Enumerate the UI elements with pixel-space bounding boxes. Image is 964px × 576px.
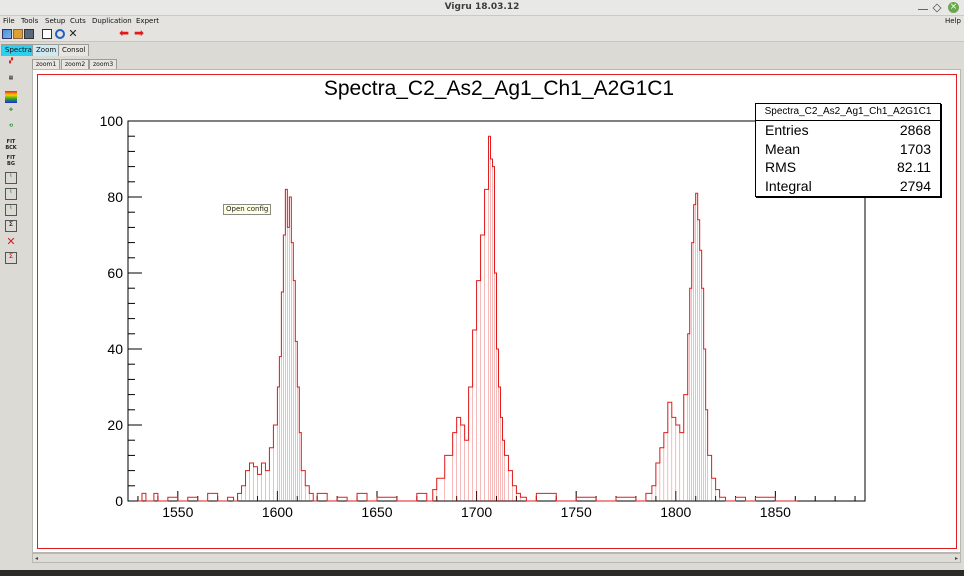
cross-tool-icon[interactable]: ✕ (68, 28, 78, 39)
scroll-left-icon[interactable]: ◂ (35, 555, 38, 562)
scroll-right-icon[interactable]: ▸ (955, 555, 958, 562)
menu-file[interactable]: File (3, 17, 15, 25)
peak-mark-icon[interactable]: ⌇ (5, 204, 17, 216)
stats-box: Spectra_C2_As2_Ag1_Ch1_A2G1C1 Entries 28… (755, 103, 941, 197)
open-folder-icon[interactable] (13, 29, 23, 39)
peak-tool-icon[interactable]: ⌇ (5, 172, 17, 184)
menu-cuts[interactable]: Cuts (70, 17, 86, 25)
stats-title: Spectra_C2_As2_Ag1_Ch1_A2G1C1 (756, 104, 940, 121)
stats-row-entries: Entries 2868 (756, 121, 940, 140)
refresh-tool-icon[interactable]: ⟲ (5, 123, 17, 135)
menu-expert[interactable]: Expert (136, 17, 159, 25)
clear-icon[interactable]: ✕ (5, 236, 17, 248)
tab-consol[interactable]: Consol (58, 44, 90, 56)
stats-row-integral: Integral 2794 (756, 177, 940, 196)
menubar: File Tools Setup Cuts Duplication Expert… (0, 16, 964, 27)
histogram-tool-icon[interactable]: ▞ (5, 58, 17, 70)
stats-label: Integral (765, 177, 812, 194)
subtab-zoom3[interactable]: zoom3 (89, 59, 118, 69)
stats-label: Mean (765, 140, 801, 157)
menu-tools[interactable]: Tools (21, 17, 38, 25)
menu-help[interactable]: Help (945, 17, 961, 25)
stats-row-rms: RMS 82.11 (756, 158, 940, 177)
stats-value: 82.11 (897, 159, 931, 175)
subtab-zoom1[interactable]: zoom1 (32, 59, 61, 69)
integral-icon[interactable]: ∑ (5, 220, 17, 232)
stats-label: Entries (765, 122, 809, 138)
arrow-left-icon[interactable]: ⬅ (119, 27, 129, 39)
stats-row-mean: Mean 1703 (756, 140, 940, 159)
clear-range-icon[interactable]: ∑ (5, 252, 17, 264)
tab-zoom[interactable]: Zoom (32, 44, 61, 56)
tab-spectra[interactable]: Spectra (1, 44, 36, 56)
arrow-right-icon[interactable]: ➡ (134, 27, 144, 39)
fit-bg-icon[interactable]: FIT BG (5, 155, 17, 167)
stats-value: 2794 (899, 177, 931, 194)
menu-setup[interactable]: Setup (45, 17, 65, 25)
window-title: Vigru 18.03.12 (444, 2, 520, 12)
minimize-icon[interactable] (918, 3, 928, 10)
layout-icon[interactable] (42, 29, 52, 39)
window-titlebar: Vigru 18.03.12 × (0, 0, 964, 16)
grid-tool-icon[interactable]: ▦ (5, 75, 17, 87)
move-tool-icon[interactable]: ✥ (5, 107, 17, 119)
tooltip: Open config (223, 204, 272, 215)
palette-icon[interactable] (5, 91, 17, 103)
subtab-zoom2[interactable]: zoom2 (61, 59, 90, 69)
stats-value: 2868 (899, 122, 931, 138)
circle-icon[interactable] (55, 29, 65, 39)
menu-duplication[interactable]: Duplication (92, 17, 132, 25)
tool-sidebar: ▞ ▦ ✥ ⟲ FIT BCK FIT BG ⌇ ⌇ ⌇ ∑ ✕ ∑ (3, 58, 19, 568)
save-icon[interactable] (24, 29, 34, 39)
settings-icon[interactable] (2, 29, 12, 39)
stats-label: RMS (765, 159, 797, 175)
fit-bck-icon[interactable]: FIT BCK (5, 139, 17, 151)
close-icon[interactable]: × (948, 2, 959, 13)
peak-select-icon[interactable]: ⌇ (5, 188, 17, 200)
stats-value: 1703 (899, 140, 931, 157)
horizontal-scrollbar[interactable]: ◂ ▸ (32, 553, 961, 563)
toolbar: ✕ ⬅ ➡ (0, 27, 964, 42)
taskbar-strip (0, 570, 964, 576)
